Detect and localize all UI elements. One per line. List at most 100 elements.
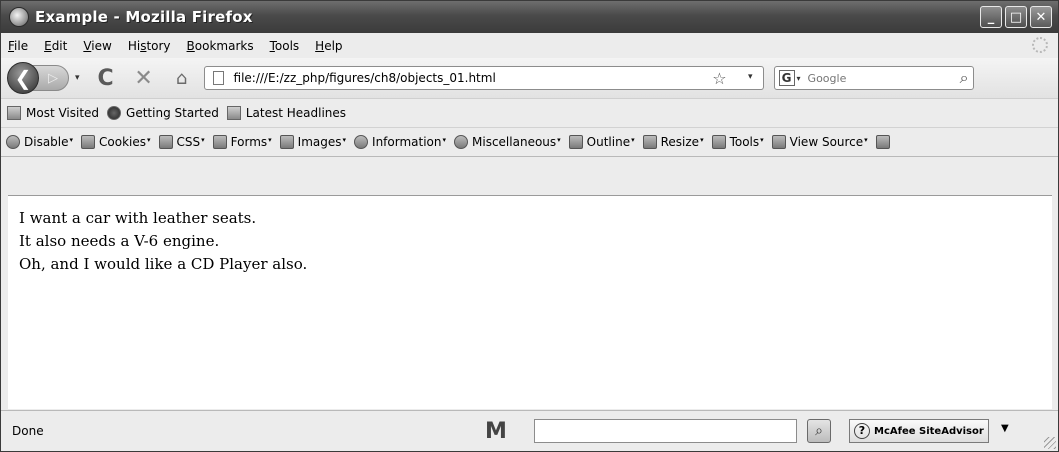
tools-icon (711, 135, 726, 149)
dev-resize[interactable]: Resize ▾ (642, 135, 704, 149)
maximize-button[interactable]: □ (1005, 6, 1027, 28)
caret-icon: ▾ (201, 136, 205, 144)
dev-css[interactable]: CSS ▾ (158, 135, 205, 149)
minimize-button[interactable]: _ (980, 6, 1002, 28)
view-source-icon (771, 135, 786, 149)
back-button[interactable]: ❮ (7, 62, 39, 94)
firefox-icon (9, 7, 29, 27)
page-content: I want a car with leather seats. It also… (8, 195, 1052, 409)
caret-icon: ▾ (342, 136, 347, 144)
menu-history-pre: Hi (127, 38, 141, 53)
close-button[interactable]: ✕ (1030, 6, 1052, 28)
dev-label: Images (297, 135, 342, 149)
menu-history[interactable]: History (120, 39, 179, 53)
dev-disable[interactable]: Disable ▾ (6, 135, 73, 149)
bookmark-getting-started[interactable]: Getting Started (107, 106, 219, 120)
web-developer-toolbar: Disable ▾ Cookies ▾ CSS ▾ Forms ▾ Images ▾ In… (1, 128, 1058, 157)
dev-tools[interactable]: Tools ▾ (711, 135, 764, 149)
search-input[interactable] (805, 70, 920, 86)
menu-tools-post: ools (274, 38, 300, 53)
menu-file-post: ile (14, 38, 29, 53)
bookmark-most-visited[interactable]: Most Visited (7, 106, 99, 120)
title-bar: Example - Mozilla Firefox _ □ ✕ (1, 1, 1058, 33)
status-text: Done (12, 424, 44, 438)
dev-label: Disable (24, 135, 69, 149)
dev-miscellaneous[interactable]: Miscellaneous ▾ (454, 135, 561, 149)
bookmark-latest-headlines[interactable]: Latest Headlines (226, 106, 347, 120)
dev-label: Tools (729, 135, 760, 149)
dev-options[interactable] (875, 135, 894, 149)
menu-edit[interactable]: Edit (36, 39, 75, 53)
menu-help[interactable]: Help (307, 39, 350, 53)
url-text[interactable]: file:///E:/zz_php/figures/ch8/objects_01… (234, 71, 496, 85)
forms-icon (212, 135, 227, 149)
window-controls: _ □ ✕ (980, 6, 1052, 28)
dev-label: Cookies (99, 135, 147, 149)
help-icon: ? (854, 423, 870, 439)
navigation-toolbar: ❮ ▷ ▾ C ✕ ⌂ file:///E:/zz_php/figures/ch… (1, 58, 1058, 99)
caret-icon: ▾ (557, 136, 561, 144)
menu-help-accel: H (315, 38, 325, 53)
bookmark-label: Getting Started (126, 106, 219, 120)
resize-grip-icon[interactable] (1044, 437, 1056, 449)
dev-images[interactable]: Images ▾ (279, 135, 347, 149)
menu-help-post: elp (324, 38, 343, 53)
back-arrow-icon: ❮ (14, 66, 32, 90)
outline-icon (568, 135, 583, 149)
dev-label: Outline (586, 135, 631, 149)
caret-icon: ▾ (442, 136, 447, 144)
menu-history-post: tory (146, 38, 171, 53)
disable-icon (6, 135, 20, 149)
menu-tools[interactable]: Tools (262, 39, 308, 53)
stop-icon[interactable]: ✕ (132, 66, 156, 91)
caret-icon: ▾ (268, 136, 272, 144)
url-dropdown-icon[interactable]: ▾ (748, 72, 753, 82)
history-dropdown-icon[interactable]: ▾ (75, 73, 80, 83)
status-bar: Done M ⌕ ? McAfee SiteAdvisor ▼ (1, 410, 1058, 451)
dev-view-source[interactable]: View Source ▾ (771, 135, 868, 149)
siteadvisor-label: McAfee SiteAdvisor (874, 425, 984, 437)
miscellaneous-icon (454, 135, 469, 149)
bookmark-star-icon[interactable]: ☆ (712, 69, 726, 88)
siteadvisor-dropdown-icon[interactable]: ▼ (1001, 423, 1009, 434)
home-icon[interactable]: ⌂ (170, 68, 194, 89)
content-line-2: It also needs a V-6 engine. (19, 232, 220, 250)
caret-icon: ▾ (760, 136, 764, 144)
search-go-icon[interactable]: ⌕ (960, 68, 969, 88)
dev-label: View Source (789, 135, 864, 149)
caret-icon: ▾ (700, 136, 704, 144)
status-search-button[interactable]: ⌕ (807, 419, 831, 443)
dev-information[interactable]: Information ▾ (354, 135, 446, 149)
page-icon (212, 71, 224, 85)
url-bar[interactable]: file:///E:/zz_php/figures/ch8/objects_01… (203, 66, 764, 90)
options-icon (875, 135, 890, 149)
throbber-icon (1032, 37, 1048, 53)
mcafee-m-logo-icon: M (485, 419, 507, 444)
rss-feed-icon (226, 106, 241, 120)
google-engine-icon[interactable]: G (778, 70, 795, 86)
resize-icon (642, 135, 657, 149)
dev-label: CSS (176, 135, 201, 149)
getting-started-icon (107, 106, 122, 120)
caret-icon: ▾ (864, 136, 868, 144)
content-lines: I want a car with leather seats. It also… (8, 196, 1052, 276)
engine-dropdown-icon[interactable]: ▾ (797, 74, 801, 83)
dev-label: Miscellaneous (472, 135, 557, 149)
reload-icon[interactable]: C (94, 66, 118, 91)
menu-view-post: iew (91, 38, 112, 53)
menu-view[interactable]: View (75, 39, 119, 53)
content-line-3: Oh, and I would like a CD Player also. (19, 255, 308, 273)
bookmark-label: Latest Headlines (245, 106, 347, 120)
bookmark-label: Most Visited (26, 106, 100, 120)
dev-forms[interactable]: Forms ▾ (212, 135, 272, 149)
content-line-1: I want a car with leather seats. (19, 209, 257, 227)
status-search-input[interactable] (534, 419, 797, 443)
search-bar[interactable]: G ▾ ⌕ (773, 66, 974, 90)
menu-bookmarks-accel: B (186, 38, 195, 53)
dev-outline[interactable]: Outline ▾ (568, 135, 635, 149)
dev-cookies[interactable]: Cookies ▾ (81, 135, 151, 149)
siteadvisor-button[interactable]: ? McAfee SiteAdvisor (849, 419, 989, 443)
caret-icon: ▾ (147, 136, 151, 144)
menu-bookmarks[interactable]: Bookmarks (179, 39, 262, 53)
menu-file[interactable]: File (1, 39, 36, 53)
